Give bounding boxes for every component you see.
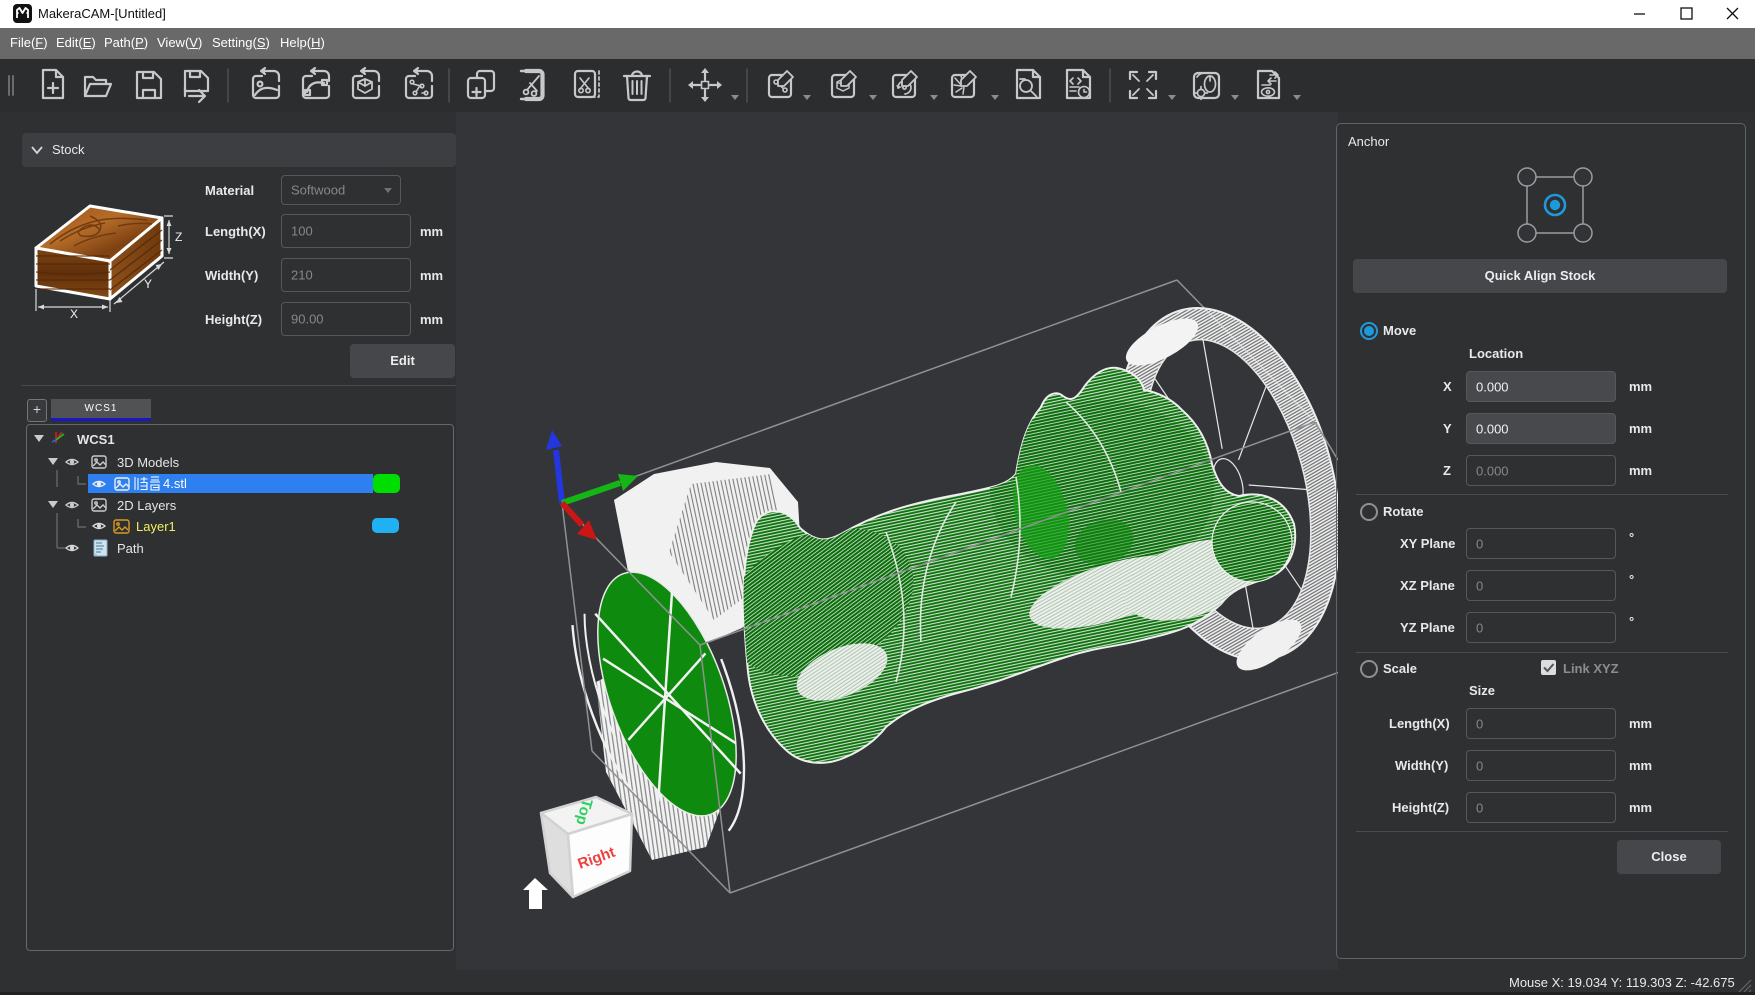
svg-text:2D Layers: 2D Layers: [117, 498, 177, 513]
svg-text:Layer1: Layer1: [136, 519, 176, 534]
svg-text:4.stl: 4.stl: [163, 476, 187, 491]
svg-text:Path: Path: [117, 541, 144, 556]
svg-text:Y: Y: [144, 277, 152, 291]
svg-text:WCS1: WCS1: [77, 432, 115, 447]
svg-text:X: X: [70, 307, 78, 320]
svg-text:Z: Z: [175, 230, 182, 244]
svg-text:3D Models: 3D Models: [117, 455, 180, 470]
